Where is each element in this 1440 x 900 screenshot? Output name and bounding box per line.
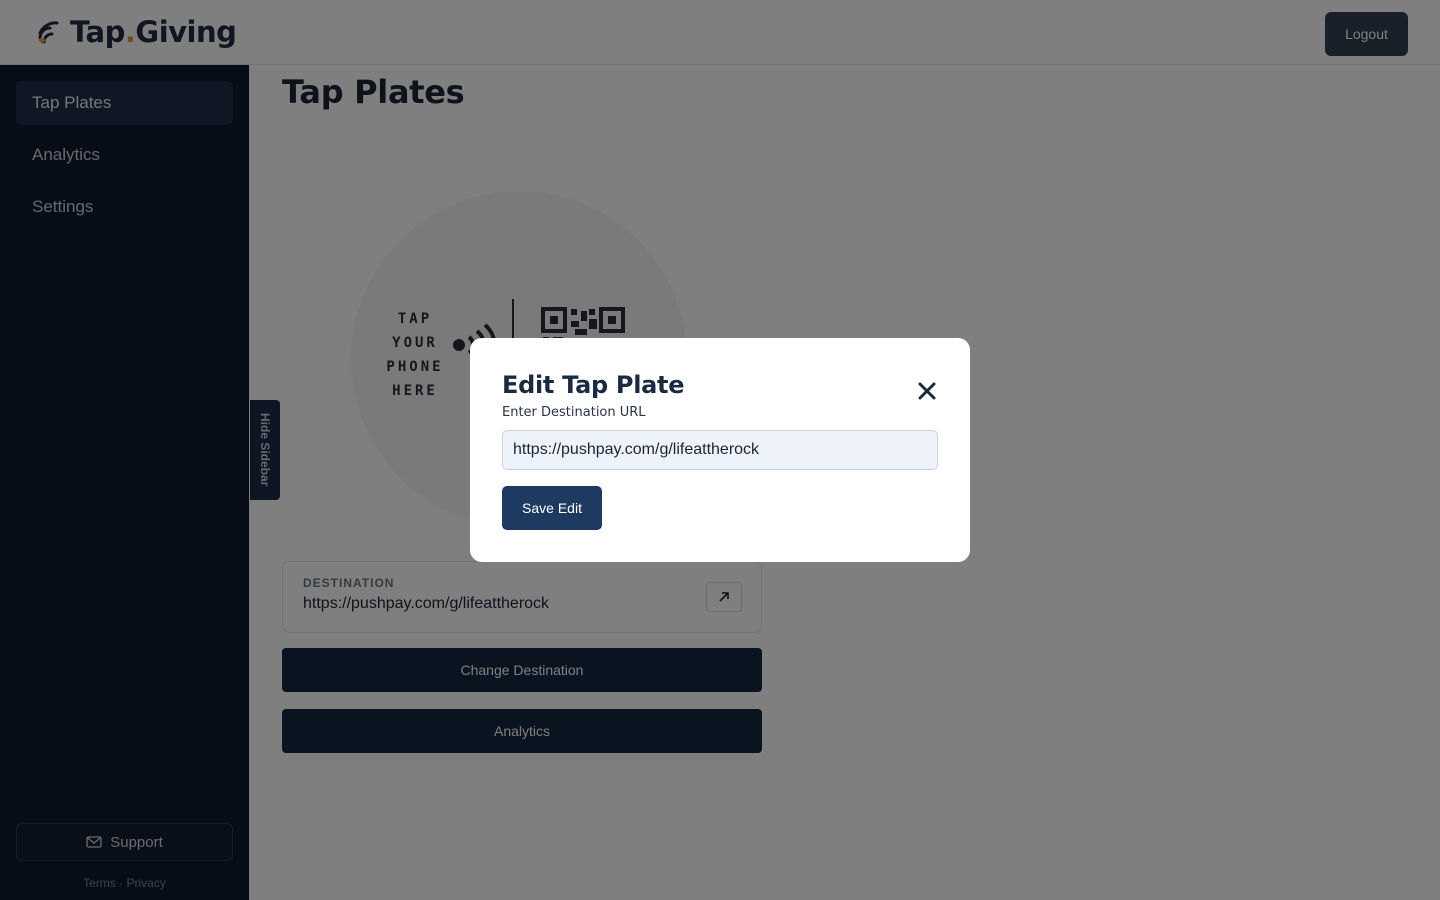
destination-url-input[interactable] xyxy=(502,430,938,470)
hide-sidebar-toggle[interactable]: Hide Sidebar xyxy=(250,400,280,500)
modal-title: Edit Tap Plate xyxy=(502,371,685,399)
save-edit-button[interactable]: Save Edit xyxy=(502,486,602,530)
destination-url-label: Enter Destination URL xyxy=(502,405,646,420)
hide-sidebar-label: Hide Sidebar xyxy=(258,413,272,487)
edit-tap-plate-modal: Edit Tap Plate Enter Destination URL Sav… xyxy=(470,338,970,562)
close-icon[interactable] xyxy=(915,379,939,403)
